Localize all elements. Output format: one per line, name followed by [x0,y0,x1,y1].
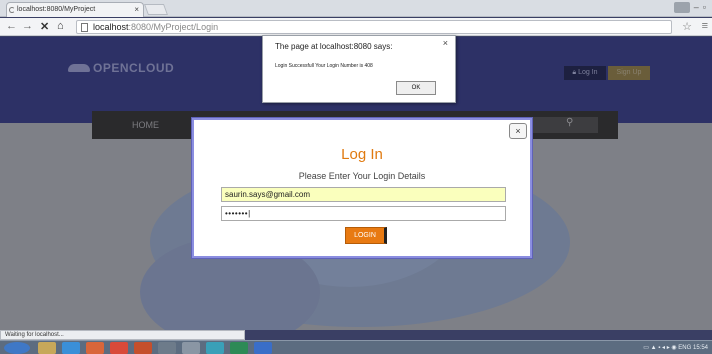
tab-close-icon[interactable]: × [134,5,139,14]
search-icon[interactable]: ⚲ [566,117,573,128]
modal-close-button[interactable]: × [509,123,527,139]
chrome-icon[interactable] [110,342,128,354]
browser-tab[interactable]: localhost:8080/MyProject × [6,2,144,17]
alert-dialog: The page at localhost:8080 says: × Login… [262,35,456,103]
login-submit-button[interactable]: LOGIN [345,227,387,244]
lock-icon: 🔒︎ [572,69,577,76]
minimize-icon[interactable]: – [694,2,699,13]
tray-icons[interactable]: ▭ ▲ ▪ ◂ ▸ ◉ [643,345,676,351]
browser-status-bar: Waiting for localhost... [0,330,245,340]
alert-title: The page at localhost:8080 says: [275,42,393,51]
firefox-icon[interactable] [86,342,104,354]
browser-menu-icon[interactable]: ≡ [702,20,708,32]
alert-ok-button[interactable]: OK [396,81,436,95]
internet-explorer-icon[interactable] [62,342,80,354]
new-tab-button[interactable] [143,4,169,15]
forward-icon[interactable]: → [22,20,33,32]
back-icon[interactable]: ← [6,20,17,32]
browser-tabstrip: localhost:8080/MyProject × – ▫ [0,0,712,17]
nav-home-link[interactable]: HOME [132,120,159,130]
nav-search-box[interactable]: ⚲ [532,117,598,133]
cloud-logo-icon [68,64,90,72]
media-icon[interactable] [158,342,176,354]
terminal-icon[interactable] [230,342,248,354]
password-field[interactable]: •••••••| [221,206,506,221]
file-explorer-icon[interactable] [38,342,56,354]
email-field[interactable]: saurin.says@gmail.com [221,187,506,202]
modal-subtitle: Please Enter Your Login Details [298,171,426,181]
bookmark-star-icon[interactable]: ☆ [682,20,692,33]
maximize-icon[interactable]: ▫ [703,2,706,13]
browser-toolbar: ← → ✕ ⌂ localhost:8080/MyProject/Login ☆… [0,18,712,36]
stop-icon[interactable]: ✕ [40,20,49,33]
office-icon[interactable] [134,342,152,354]
header-login-label: Log In [578,69,598,76]
alert-close-icon[interactable]: × [443,38,448,48]
user-profile-icon[interactable] [673,2,690,13]
page-icon [81,23,88,32]
windows-start-icon[interactable] [4,342,30,354]
logo-text: OPENCLOUD [93,61,175,75]
loading-icon [9,7,15,13]
url-path: :8080/MyProject/Login [128,22,219,32]
clock[interactable]: 15:54 [693,345,708,351]
alert-message: Login Successfull Your Login Number is 4… [275,63,373,69]
skype-icon[interactable] [206,342,224,354]
url-host: localhost [93,22,129,32]
site-logo[interactable]: OPENCLOUD [68,61,174,75]
messenger-icon[interactable] [182,342,200,354]
login-modal: × Log In Please Enter Your Login Details… [192,118,532,258]
os-taskbar: ▭ ▲ ▪ ◂ ▸ ◉ ENG 15:54 [0,340,712,354]
address-bar[interactable]: localhost:8080/MyProject/Login [76,20,672,34]
modal-title: Log In [341,146,383,163]
window-controls: – ▫ [673,2,706,13]
tab-title: localhost:8080/MyProject [17,6,96,13]
virtualbox-icon[interactable] [254,342,272,354]
system-tray: ▭ ▲ ▪ ◂ ▸ ◉ ENG 15:54 [643,341,708,354]
home-icon[interactable]: ⌂ [57,20,64,32]
language-indicator[interactable]: ENG [678,345,691,351]
header-signup-button[interactable]: Sign Up [608,66,650,80]
header-login-button[interactable]: 🔒︎ Log In [564,66,606,80]
